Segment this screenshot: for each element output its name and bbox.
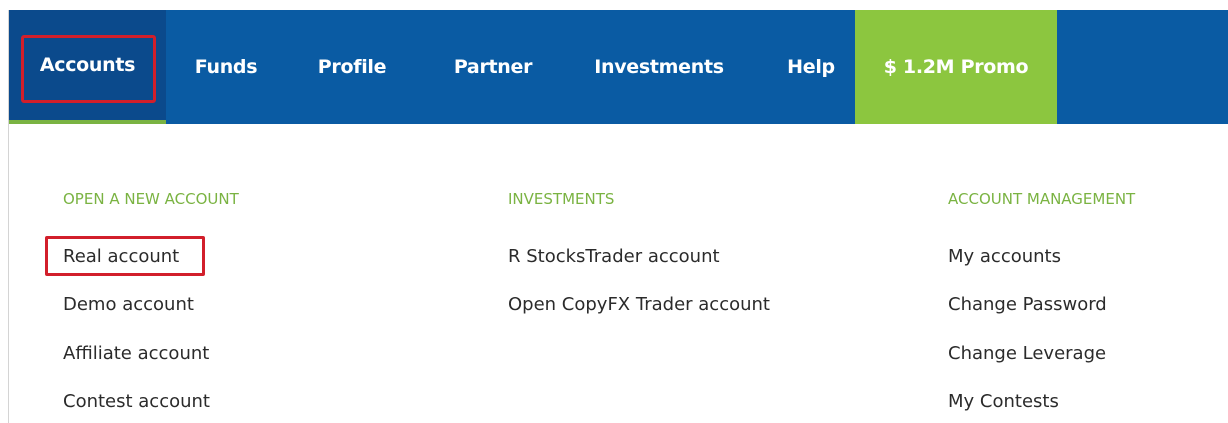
nav-item-label: Partner [453,56,533,78]
column-heading: OPEN A NEW ACCOUNT [63,190,239,208]
nav-item-partner[interactable]: Partner [443,10,543,124]
column-heading: ACCOUNT MANAGEMENT [948,190,1136,208]
nav-item-label: Profile [317,56,387,78]
nav-item-label: $ 1.2M Promo [883,56,1029,78]
nav-item-label: Help [787,56,835,78]
nav-item-investments[interactable]: Investments [579,10,739,124]
nav-item-profile[interactable]: Profile [307,10,397,124]
main-navigation-bar: Accounts Funds Profile Partner Investmen… [9,10,1228,124]
nav-item-label: Funds [194,56,258,78]
link-open-copyfx-trader-account[interactable]: Open CopyFX Trader account [508,294,770,315]
link-change-password[interactable]: Change Password [948,294,1107,315]
top-strip [0,0,1228,10]
link-my-accounts[interactable]: My accounts [948,246,1061,267]
highlight-box-accounts [21,35,156,103]
link-affiliate-account[interactable]: Affiliate account [63,343,209,364]
nav-item-accounts[interactable]: Accounts [9,10,166,124]
link-contest-account[interactable]: Contest account [63,391,210,412]
link-demo-account[interactable]: Demo account [63,294,194,315]
nav-item-help[interactable]: Help [771,10,851,124]
link-r-stockstrader-account[interactable]: R StocksTrader account [508,246,720,267]
highlight-box-real-account [45,236,205,276]
column-heading: INVESTMENTS [508,190,615,208]
nav-item-funds[interactable]: Funds [176,10,276,124]
link-change-leverage[interactable]: Change Leverage [948,343,1106,364]
link-my-contests[interactable]: My Contests [948,391,1059,412]
nav-item-label: Investments [594,56,724,78]
nav-item-promo[interactable]: $ 1.2M Promo [855,10,1057,124]
